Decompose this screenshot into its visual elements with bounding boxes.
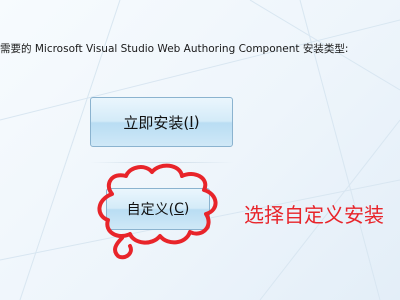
custom-label-close: ) <box>183 201 190 217</box>
install-now-label: 立即安装( <box>123 113 190 132</box>
annotation-text: 选择自定义安装 <box>244 203 384 227</box>
custom-label: 自定义( <box>126 202 175 218</box>
divider <box>90 162 233 163</box>
custom-install-button[interactable]: 自定义(C) <box>106 188 210 230</box>
custom-accesskey: C <box>174 201 184 217</box>
install-now-button[interactable]: 立即安装(I) <box>90 97 233 147</box>
install-type-prompt: 需要的 Microsoft Visual Studio Web Authorin… <box>0 43 349 55</box>
install-now-label-close: ) <box>193 113 200 131</box>
